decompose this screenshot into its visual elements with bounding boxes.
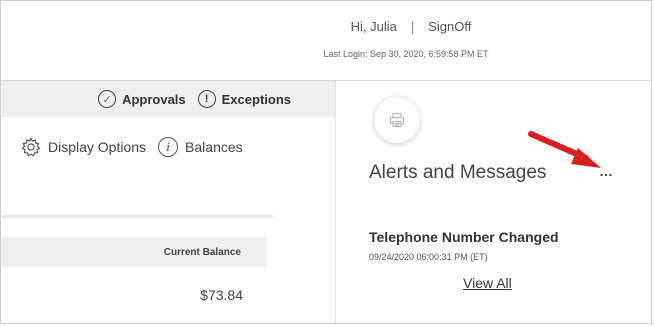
display-options-label: Display Options (48, 139, 147, 155)
exceptions-label: Exceptions (221, 91, 291, 107)
display-options-button[interactable]: Display Options (21, 137, 146, 157)
message-title[interactable]: Telephone Number Changed (369, 229, 559, 245)
balances-label: Balances (185, 139, 243, 155)
alerts-section-title: Alerts and Messages (369, 162, 547, 183)
app-window: Hi, Julia | SignOff Last Login: Sep 30, 20… (0, 0, 652, 324)
options-row: Display Options i Balances (21, 137, 255, 157)
greeting-text: Hi, Julia (350, 19, 397, 34)
last-login-text: Last Login: Sep 30, 2020, 6:59:58 PM ET (323, 49, 489, 59)
current-balance-column-header[interactable]: Current Balance (1, 237, 267, 267)
more-options-button[interactable]: … (599, 163, 614, 179)
message-timestamp: 09/24/2020 06:00:31 PM (ET) (369, 252, 488, 262)
signoff-link[interactable]: SignOff (428, 19, 471, 34)
approvals-label: Approvals (122, 91, 186, 107)
balances-button[interactable]: i Balances (158, 137, 243, 157)
panel-divider (335, 81, 336, 323)
exclamation-circle-icon: ! (197, 90, 216, 108)
view-all-link[interactable]: View All (463, 275, 512, 291)
exceptions-button[interactable]: ! Exceptions (197, 90, 291, 108)
gear-icon (21, 137, 41, 157)
approvals-button[interactable]: ✓ Approvals (98, 90, 186, 108)
section-divider (1, 215, 273, 218)
check-circle-icon: ✓ (98, 90, 117, 108)
print-button[interactable] (374, 97, 420, 143)
separator: | (410, 19, 415, 34)
current-balance-value: $73.84 (200, 287, 243, 303)
user-greeting-bar: Hi, Julia | SignOff (1, 19, 651, 34)
approvals-toolbar: ✓ Approvals ! Exceptions (1, 81, 335, 117)
printer-icon (389, 112, 405, 128)
info-icon: i (158, 137, 179, 157)
